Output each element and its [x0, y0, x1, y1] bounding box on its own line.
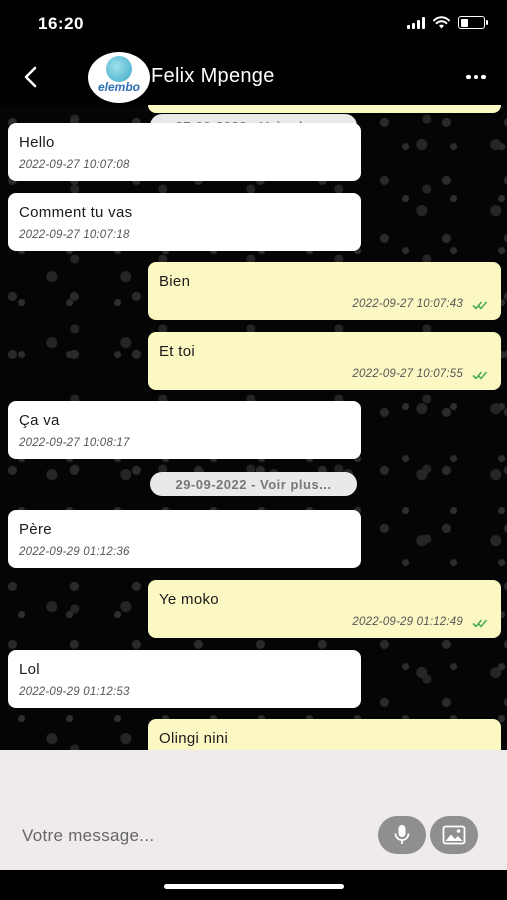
wifi-icon: [433, 16, 450, 29]
image-button[interactable]: [430, 816, 478, 854]
message-bubble-outgoing-partial: [148, 105, 501, 113]
message-text: Bien: [159, 273, 191, 290]
message-text: Olingi nini: [159, 730, 229, 747]
message-timestamp: 2022-09-29 01:12:49: [352, 616, 463, 628]
messages-list[interactable]: 27-09-2022 - Voir plus... Hello 2022-09-…: [0, 105, 507, 750]
status-time: 16:20: [38, 14, 84, 33]
message-timestamp: 2022-09-27 10:07:55: [352, 368, 463, 380]
message-timestamp: 2022-09-29 01:12:53: [19, 686, 130, 698]
message-bubble-outgoing[interactable]: Ye moko 2022-09-29 01:12:49: [148, 580, 501, 638]
message-text: Père: [19, 521, 52, 538]
message-timestamp: 2022-09-27 10:07:43: [352, 298, 463, 310]
message-text: Comment tu vas: [19, 204, 133, 221]
message-text: Lol: [19, 661, 40, 678]
message-text: Et toi: [159, 343, 195, 360]
date-separator[interactable]: 29-09-2022 - Voir plus...: [150, 472, 357, 496]
chat-header: elembo Felix Mpenge: [0, 50, 507, 105]
message-input[interactable]: [16, 816, 366, 856]
message-text: Ye moko: [159, 591, 219, 608]
avatar[interactable]: elembo: [88, 52, 150, 103]
more-horizontal-icon: [466, 74, 471, 80]
home-indicator[interactable]: [164, 884, 344, 889]
double-check-icon: [472, 371, 488, 380]
message-bubble-incoming[interactable]: Comment tu vas 2022-09-27 10:07:18: [8, 193, 361, 251]
contact-name[interactable]: Felix Mpenge: [151, 65, 275, 88]
microphone-icon: [394, 825, 410, 844]
avatar-logo-text: elembo: [97, 79, 140, 94]
home-indicator-area: [0, 870, 507, 900]
message-bubble-incoming[interactable]: Père 2022-09-29 01:12:36: [8, 510, 361, 568]
message-bubble-incoming[interactable]: Ça va 2022-09-27 10:08:17: [8, 401, 361, 459]
message-text: Ça va: [19, 412, 60, 429]
back-button[interactable]: [16, 62, 46, 92]
message-timestamp: 2022-09-29 01:12:36: [19, 546, 130, 558]
more-options-button[interactable]: [463, 64, 489, 90]
chevron-left-icon: [24, 66, 37, 88]
message-bubble-outgoing[interactable]: Et toi 2022-09-27 10:07:55: [148, 332, 501, 390]
message-bubble-incoming[interactable]: Lol 2022-09-29 01:12:53: [8, 650, 361, 708]
message-timestamp: 2022-09-27 10:08:17: [19, 437, 130, 449]
status-bar: 16:20: [0, 0, 507, 50]
double-check-icon: [472, 301, 488, 310]
message-timestamp: 2022-09-27 10:07:08: [19, 159, 130, 171]
message-bubble-incoming[interactable]: Hello 2022-09-27 10:07:08: [8, 123, 361, 181]
globe-logo-icon: [106, 55, 132, 82]
status-icons: [407, 16, 488, 29]
double-check-icon: [472, 619, 488, 628]
message-bubble-outgoing[interactable]: Olingi nini: [148, 719, 501, 750]
message-text: Hello: [19, 134, 55, 151]
message-bubble-outgoing[interactable]: Bien 2022-09-27 10:07:43: [148, 262, 501, 320]
image-icon: [442, 825, 466, 845]
battery-icon: [458, 16, 488, 29]
message-composer: [0, 750, 507, 870]
cellular-signal-icon: [407, 16, 425, 29]
microphone-button[interactable]: [378, 816, 426, 854]
message-timestamp: 2022-09-27 10:07:18: [19, 229, 130, 241]
